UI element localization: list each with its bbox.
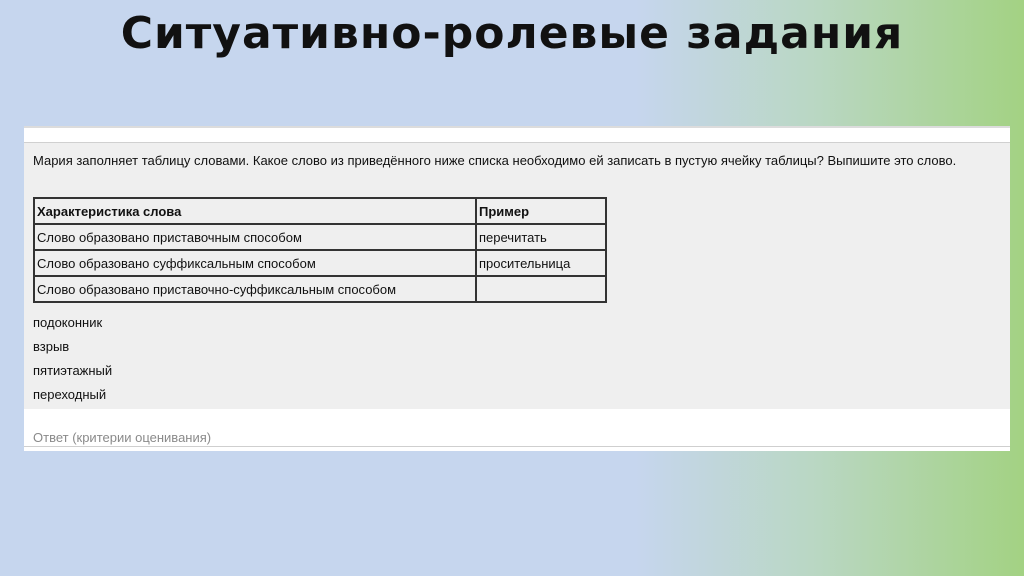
table-row: Слово образовано приставочным способом п… — [33, 223, 607, 251]
list-item: взрыв — [33, 339, 70, 354]
word-table: Характеристика слова Пример Слово образо… — [33, 197, 607, 303]
answer-criteria-link[interactable]: Ответ (критерии оценивания) — [33, 430, 211, 445]
task-panel: Мария заполняет таблицу словами. Какое с… — [24, 142, 1010, 409]
list-item: подоконник — [33, 315, 103, 330]
table-row: Слово образовано приставочно-суффиксальн… — [33, 275, 607, 303]
table-cell: Слово образовано приставочно-суффиксальн… — [33, 275, 477, 303]
list-item: пятиэтажный — [33, 363, 113, 378]
table-header-cell: Характеристика слова — [33, 197, 477, 225]
divider — [24, 446, 1010, 447]
table-cell: просительница — [475, 249, 607, 277]
list-item: переходный — [33, 387, 107, 402]
slide-title: Ситуативно-ролевые задания — [120, 8, 904, 59]
word-options-list: подоконник взрыв пятиэтажный переходный — [33, 315, 112, 411]
empty-table-cell — [475, 275, 607, 303]
task-screenshot: Мария заполняет таблицу словами. Какое с… — [24, 126, 1010, 451]
table-cell: Слово образовано суффиксальным способом — [33, 249, 477, 277]
table-row: Слово образовано суффиксальным способом … — [33, 249, 607, 277]
task-question: Мария заполняет таблицу словами. Какое с… — [33, 153, 957, 168]
table-header-cell: Пример — [475, 197, 607, 225]
table-header-row: Характеристика слова Пример — [33, 197, 607, 225]
table-cell: Слово образовано приставочным способом — [33, 223, 477, 251]
table-cell: перечитать — [475, 223, 607, 251]
